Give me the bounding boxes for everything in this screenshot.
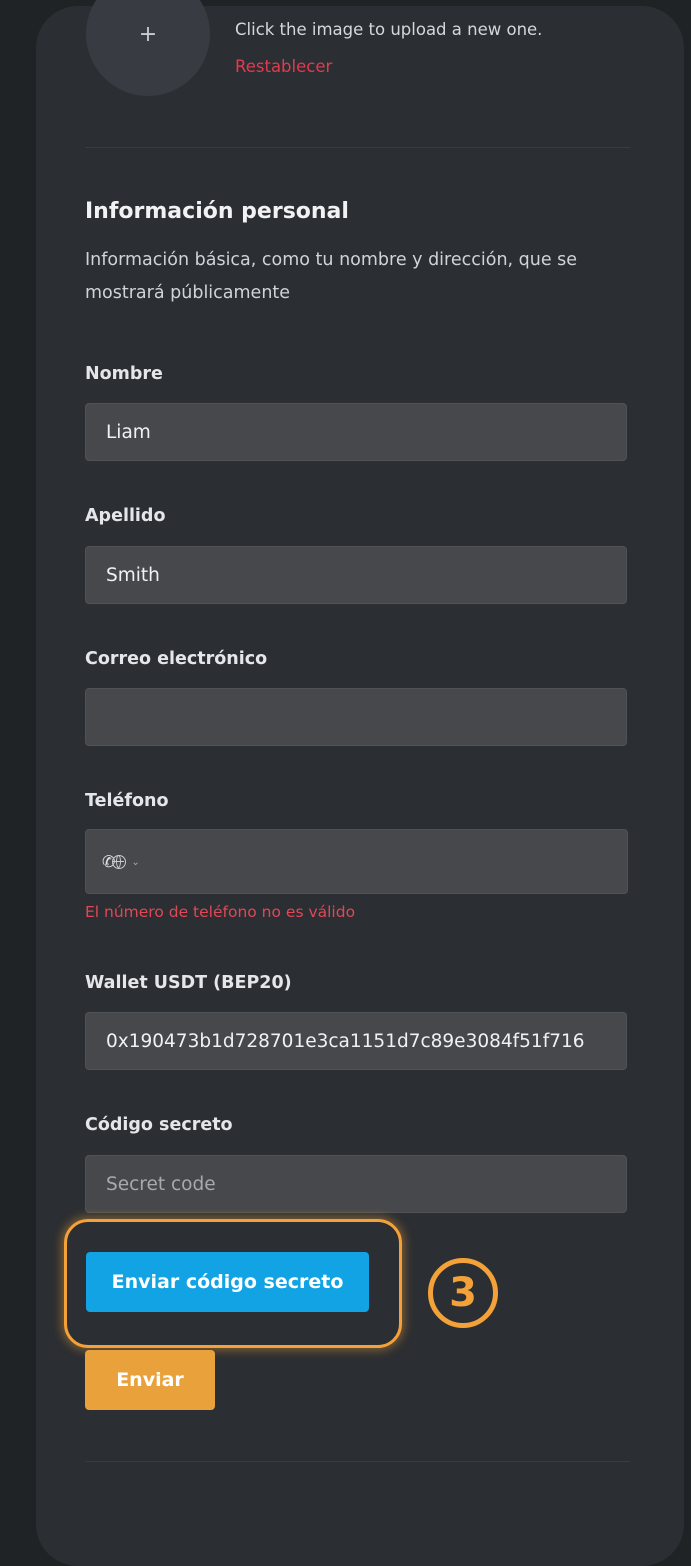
chevron-down-icon: ⌄ <box>131 856 140 868</box>
submit-button[interactable]: Enviar <box>85 1350 215 1410</box>
bottom-divider <box>85 1461 630 1462</box>
phone-error-message: El número de teléfono no es válido <box>85 903 356 921</box>
phone-field: ✆ ⌄ <box>85 829 628 895</box>
phone-label: Teléfono <box>85 791 169 811</box>
last-name-label: Apellido <box>85 506 166 526</box>
section-description: Información básica, como tu nombre y dir… <box>85 250 578 303</box>
secret-code-input[interactable] <box>85 1155 627 1213</box>
globe-icon <box>112 855 127 869</box>
phone-number-input[interactable] <box>166 830 610 895</box>
wallet-input[interactable] <box>85 1012 627 1070</box>
email-input[interactable] <box>85 688 627 746</box>
first-name-label: Nombre <box>85 364 163 384</box>
send-secret-code-button[interactable]: Enviar código secreto <box>86 1252 369 1312</box>
email-label: Correo electrónico <box>85 649 268 669</box>
section-title: Información personal <box>85 199 349 224</box>
reset-avatar-link[interactable]: Restablecer <box>235 57 332 76</box>
plus-icon: + <box>138 21 158 47</box>
last-name-input[interactable] <box>85 546 627 604</box>
section-divider <box>85 147 630 148</box>
upload-hint-text: Click the image to upload a new one. <box>235 20 543 39</box>
secret-code-label: Código secreto <box>85 1115 233 1135</box>
wallet-label: Wallet USDT (BEP20) <box>85 973 292 993</box>
first-name-input[interactable] <box>85 403 627 461</box>
step-number-badge: 3 <box>428 1258 498 1328</box>
country-code-select[interactable]: ✆ ⌄ <box>102 850 140 874</box>
